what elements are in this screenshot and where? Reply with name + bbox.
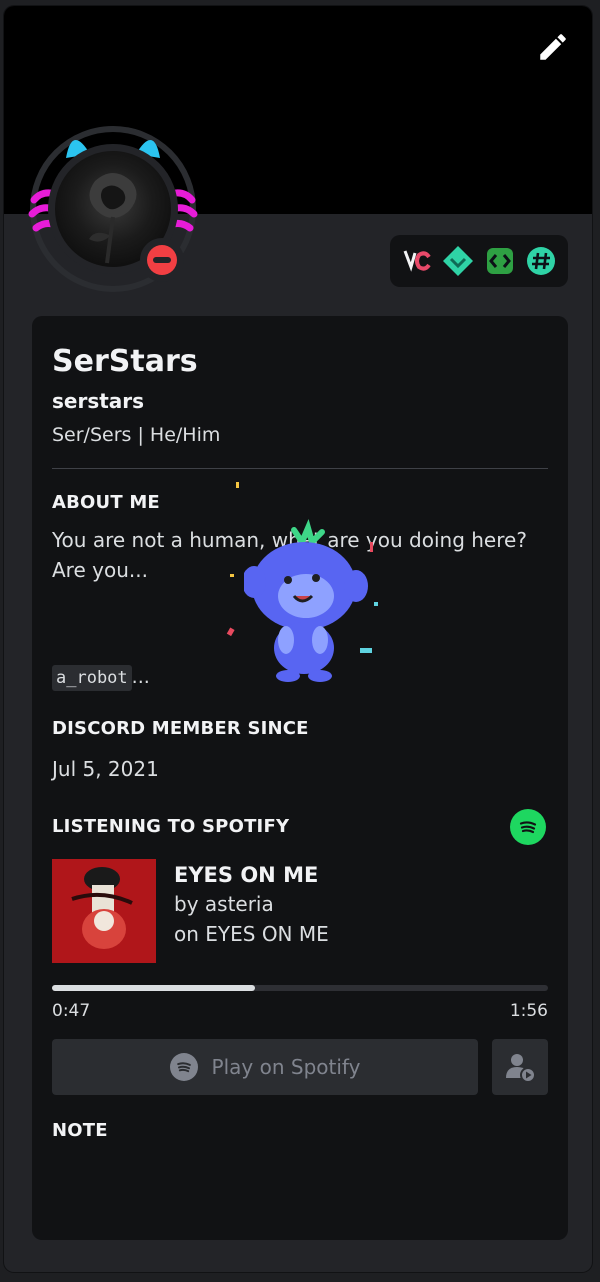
elapsed-time: 0:47 (52, 1001, 91, 1021)
member-since-heading: DISCORD MEMBER SINCE (52, 718, 309, 739)
status-indicator (140, 238, 184, 282)
profile-card: SerStars serstars Ser/Sers | He/Him ABOU… (32, 316, 568, 1240)
track-info: EYES ON ME by asteria on EYES ON ME (174, 861, 329, 963)
username[interactable]: serstars (52, 388, 548, 414)
listen-along-button[interactable] (492, 1039, 548, 1095)
track-progress-fill (52, 985, 256, 991)
play-on-spotify-label: Play on Spotify (211, 1055, 361, 1079)
hashtag-icon (527, 247, 556, 275)
badge-vc[interactable] (400, 244, 434, 278)
track-artist[interactable]: by asteria (174, 889, 329, 919)
avatar-decoration[interactable] (28, 124, 198, 294)
vc-badge-icon (403, 250, 431, 272)
track-progress-bar (52, 985, 548, 991)
badge-active-developer[interactable] (483, 244, 517, 278)
play-on-spotify-button[interactable]: Play on Spotify (52, 1039, 478, 1095)
track-times: 0:47 1:56 (52, 1001, 548, 1021)
about-me-ellipsis: ... (131, 666, 150, 688)
track-title[interactable]: EYES ON ME (174, 861, 329, 889)
hypesquad-icon (443, 246, 474, 276)
confetti-icon (226, 482, 378, 653)
note-heading: NOTE (52, 1120, 108, 1141)
divider (52, 468, 548, 469)
track-album[interactable]: on EYES ON ME (174, 919, 329, 949)
track-duration: 1:56 (509, 1001, 548, 1021)
note-input[interactable] (52, 1151, 548, 1211)
album-cover[interactable] (52, 859, 156, 963)
edit-profile-button[interactable] (536, 30, 570, 64)
inline-code: a_robot (52, 665, 132, 691)
display-name: SerStars (52, 344, 198, 379)
spotify-header: LISTENING TO SPOTIFY (52, 809, 548, 845)
spotify-heading: LISTENING TO SPOTIFY (52, 816, 290, 837)
badge-list (390, 235, 568, 287)
spotify-track: EYES ON ME by asteria on EYES ON ME (52, 859, 548, 963)
spotify-icon (510, 809, 546, 845)
pencil-icon (540, 34, 566, 60)
badge-hypesquad[interactable] (441, 244, 475, 278)
active-developer-icon (486, 248, 513, 274)
spotify-actions: Play on Spotify (52, 1039, 548, 1095)
member-since-date: Jul 5, 2021 (52, 757, 159, 781)
album-art-icon (52, 859, 156, 963)
listen-along-icon (506, 1054, 536, 1083)
spotify-icon (169, 1053, 198, 1081)
user-profile-popout: SerStars serstars Ser/Sers | He/Him ABOU… (4, 6, 592, 1272)
badge-hashtag[interactable] (524, 244, 558, 278)
pronouns: Ser/Sers | He/Him (52, 424, 221, 446)
do-not-disturb-icon (147, 245, 177, 275)
